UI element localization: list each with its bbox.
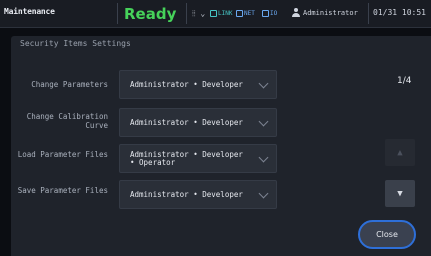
divider bbox=[117, 3, 118, 24]
dialog-title: Security Items Settings bbox=[20, 39, 131, 48]
chevron-down-icon bbox=[258, 188, 269, 199]
arrow-up-icon: ▲ bbox=[397, 147, 403, 158]
select-change-parameters[interactable]: Administrator • Developer bbox=[119, 70, 277, 99]
row-label-change-calibration-curve: Change Calibration Curve bbox=[26, 112, 108, 130]
page-down-button[interactable]: ▼ bbox=[385, 180, 415, 207]
page-up-button[interactable]: ▲ bbox=[385, 139, 415, 166]
connection-label: NET bbox=[244, 10, 255, 17]
select-value: Administrator • Developer • Operator bbox=[130, 151, 243, 167]
row-label-save-parameter-files: Save Parameter Files bbox=[17, 186, 108, 195]
arrow-down-icon: ▼ bbox=[397, 188, 403, 199]
clock: 01/31 10:51 bbox=[373, 8, 426, 17]
network-icon bbox=[236, 10, 243, 17]
select-load-parameter-files[interactable]: Administrator • Developer • Operator bbox=[119, 144, 277, 173]
io-icon bbox=[262, 10, 269, 17]
connection-label: IO bbox=[270, 10, 278, 17]
divider bbox=[368, 3, 369, 24]
connection-badge-net: NET bbox=[234, 8, 257, 19]
connection-badge-link: LINK bbox=[208, 8, 234, 19]
current-user[interactable]: Administrator bbox=[292, 8, 358, 17]
select-value: Administrator • Developer bbox=[130, 190, 243, 199]
select-value: Administrator • Developer bbox=[130, 118, 243, 127]
select-change-calibration-curve[interactable]: Administrator • Developer bbox=[119, 108, 277, 137]
connection-badge-io: IO bbox=[260, 8, 279, 19]
row-label-change-parameters: Change Parameters bbox=[31, 80, 108, 89]
chevron-down-icon bbox=[258, 152, 269, 163]
close-button[interactable]: Close bbox=[358, 220, 416, 249]
divider bbox=[186, 3, 187, 24]
top-status-bar: Maintenance Ready ⦙⦙ ⌄ LINK NET IO Admin… bbox=[0, 0, 431, 28]
select-value: Administrator • Developer bbox=[130, 80, 243, 89]
user-name: Administrator bbox=[303, 8, 358, 17]
row-label-load-parameter-files: Load Parameter Files bbox=[17, 150, 108, 159]
menu-dropdown-button[interactable]: ⦙⦙ ⌄ bbox=[192, 9, 205, 19]
page-indicator: 1/4 bbox=[397, 76, 412, 86]
link-icon bbox=[210, 10, 217, 17]
chevron-down-icon bbox=[258, 78, 269, 89]
connection-label: LINK bbox=[218, 10, 233, 17]
user-icon bbox=[292, 8, 300, 17]
select-value-line2: • Operator bbox=[130, 158, 176, 167]
select-save-parameter-files[interactable]: Administrator • Developer bbox=[119, 180, 277, 209]
mode-label: Maintenance bbox=[4, 7, 55, 16]
status-ready: Ready bbox=[124, 5, 177, 23]
chevron-down-icon bbox=[258, 116, 269, 127]
